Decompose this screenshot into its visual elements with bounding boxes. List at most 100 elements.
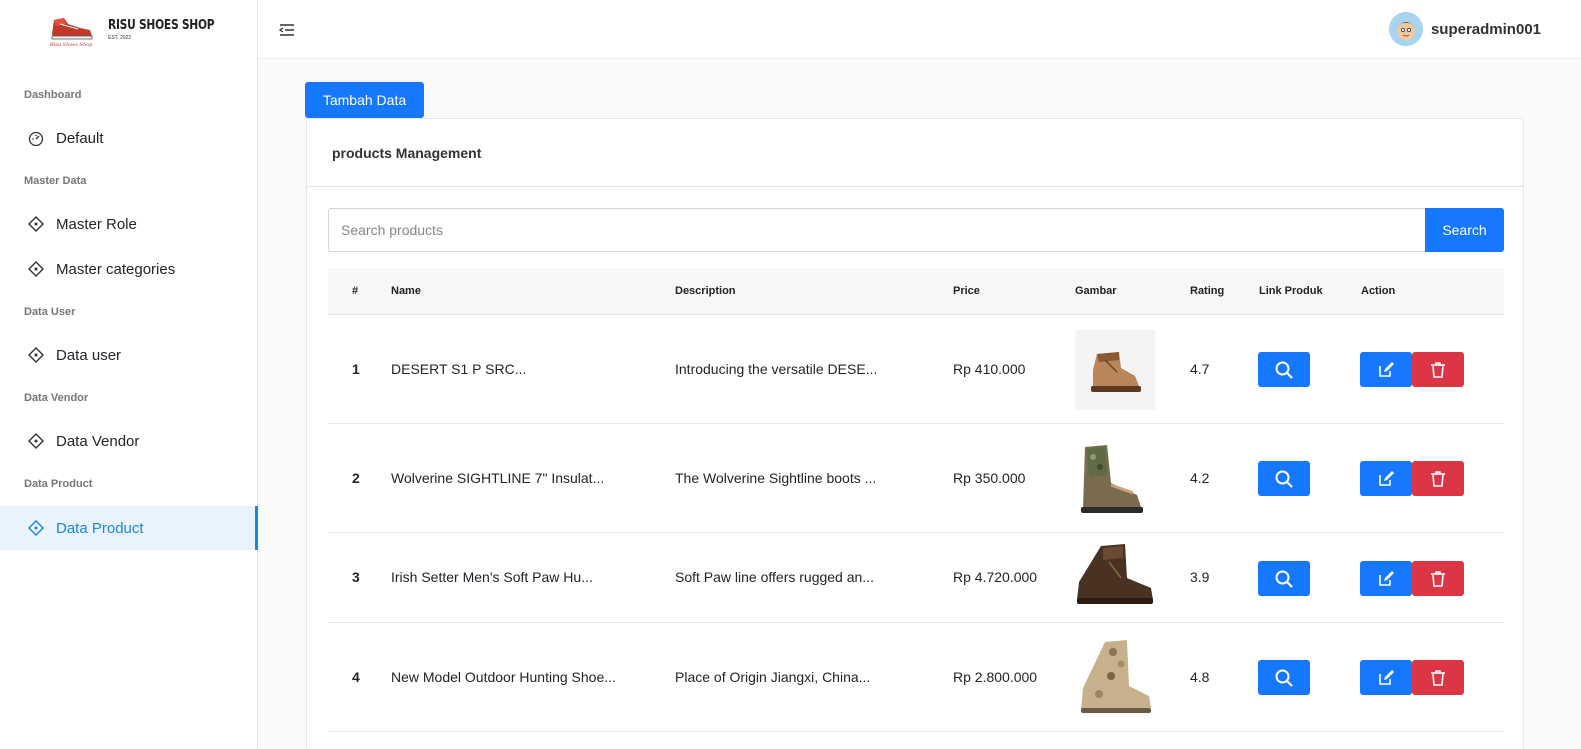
- sidebar-item-label: Master categories: [56, 260, 176, 278]
- card-title: products Management: [307, 119, 1523, 187]
- product-name: Irish Setter Men's Soft Paw Hu...: [391, 569, 593, 585]
- search-icon: [1275, 470, 1293, 488]
- product-image: [1075, 538, 1155, 618]
- search-icon: [1275, 361, 1293, 379]
- trash-icon: [1431, 361, 1445, 378]
- diamond-icon: [28, 433, 44, 449]
- edit-button[interactable]: [1360, 660, 1412, 695]
- product-name: Wolverine SIGHTLINE 7" Insulat...: [391, 470, 605, 486]
- sidebar-item-label: Master Role: [56, 215, 137, 233]
- view-product-button[interactable]: [1258, 352, 1310, 387]
- product-description: Soft Paw line offers rugged an...: [675, 569, 874, 585]
- sidebar-item-label: Default: [56, 129, 104, 147]
- nav-section-data-vendor: Data Vendor: [24, 392, 89, 404]
- col-price: Price: [953, 285, 980, 297]
- dashboard-icon: [28, 130, 44, 146]
- search-button[interactable]: Search: [1425, 208, 1504, 252]
- table-row: 4 New Model Outdoor Hunting Shoe... Plac…: [328, 623, 1504, 732]
- diamond-icon: [28, 520, 44, 536]
- sidebar-item-default[interactable]: Default: [0, 116, 258, 160]
- product-name: New Model Outdoor Hunting Shoe...: [391, 669, 616, 685]
- table-row: 3 Irish Setter Men's Soft Paw Hu... Soft…: [328, 533, 1504, 623]
- table-row: 1 DESERT S1 P SRC... Introducing the ver…: [328, 315, 1504, 424]
- brand-name: RISU SHOES SHOP: [108, 18, 215, 33]
- view-product-button[interactable]: [1258, 660, 1310, 695]
- edit-icon: [1379, 470, 1394, 486]
- trash-icon: [1431, 669, 1445, 686]
- sidebar-item-label: Data Product: [56, 519, 144, 537]
- delete-button[interactable]: [1412, 660, 1464, 695]
- edit-icon: [1379, 361, 1394, 377]
- search-icon: [1275, 570, 1293, 588]
- view-product-button[interactable]: [1258, 461, 1310, 496]
- col-rating: Rating: [1190, 285, 1225, 297]
- product-image: [1075, 439, 1155, 519]
- edit-button[interactable]: [1360, 461, 1412, 496]
- search-input[interactable]: [328, 208, 1425, 252]
- brand-est: EST. 2022: [108, 35, 132, 41]
- row-number: 4: [352, 669, 360, 685]
- diamond-icon: [28, 261, 44, 277]
- add-data-button[interactable]: Tambah Data: [305, 82, 424, 118]
- edit-button[interactable]: [1360, 561, 1412, 596]
- sidebar-item-data-user[interactable]: Data user: [0, 333, 258, 377]
- table-header: # Name Description Price Gambar Rating L…: [328, 268, 1504, 315]
- svg-text:Risu Shoes Shop: Risu Shoes Shop: [49, 42, 93, 48]
- delete-button[interactable]: [1412, 461, 1464, 496]
- col-action: Action: [1361, 285, 1396, 297]
- trash-icon: [1431, 570, 1445, 587]
- edit-icon: [1379, 669, 1394, 685]
- top-header: superadmin001: [258, 0, 1581, 59]
- col-gambar: Gambar: [1075, 285, 1117, 297]
- sidebar-item-data-vendor[interactable]: Data Vendor: [0, 419, 258, 463]
- table-row: 2 Wolverine SIGHTLINE 7" Insulat... The …: [328, 424, 1504, 533]
- product-name: DESERT S1 P SRC...: [391, 361, 527, 377]
- view-product-button[interactable]: [1258, 561, 1310, 596]
- product-price: Rp 2.800.000: [953, 669, 1038, 685]
- product-image: [1075, 638, 1155, 718]
- search-bar: Search: [328, 208, 1504, 252]
- product-rating: 3.9: [1190, 569, 1210, 585]
- product-description: Introducing the versatile DESE...: [675, 361, 878, 377]
- diamond-icon: [28, 347, 44, 363]
- col-number: #: [352, 285, 359, 297]
- nav-section-dashboard: Dashboard: [24, 89, 82, 101]
- search-icon: [1275, 669, 1293, 687]
- trash-icon: [1431, 470, 1445, 487]
- edit-button[interactable]: [1360, 352, 1412, 387]
- row-number: 2: [352, 470, 360, 486]
- delete-button[interactable]: [1412, 561, 1464, 596]
- brand[interactable]: Risu Shoes Shop RISU SHOES SHOP EST. 202…: [44, 10, 238, 50]
- product-image: [1075, 330, 1155, 410]
- product-rating: 4.8: [1190, 669, 1210, 685]
- menu-toggle-icon[interactable]: [278, 21, 296, 39]
- edit-icon: [1379, 570, 1394, 586]
- diamond-icon: [28, 216, 44, 232]
- row-number: 1: [352, 361, 360, 377]
- product-rating: 4.7: [1190, 361, 1210, 377]
- delete-button[interactable]: [1412, 352, 1464, 387]
- product-price: Rp 4.720.000: [953, 569, 1038, 585]
- shoe-logo-icon: Risu Shoes Shop: [44, 12, 100, 48]
- products-card: products Management Search # Name Descri…: [306, 118, 1524, 749]
- sidebar-item-label: Data user: [56, 346, 122, 364]
- products-table: # Name Description Price Gambar Rating L…: [328, 268, 1504, 732]
- product-price: Rp 350.000: [953, 470, 1026, 486]
- sidebar-item-data-product[interactable]: Data Product: [0, 506, 258, 550]
- sidebar-item-label: Data Vendor: [56, 432, 140, 450]
- sidebar-item-master-role[interactable]: Master Role: [0, 202, 258, 246]
- product-description: The Wolverine Sightline boots ...: [675, 470, 877, 486]
- sidebar: Risu Shoes Shop RISU SHOES SHOP EST. 202…: [0, 0, 258, 749]
- col-description: Description: [675, 285, 736, 297]
- product-price: Rp 410.000: [953, 361, 1026, 377]
- sidebar-item-master-categories[interactable]: Master categories: [0, 247, 258, 291]
- avatar: [1388, 12, 1423, 46]
- row-number: 3: [352, 569, 360, 585]
- product-rating: 4.2: [1190, 470, 1210, 486]
- col-name: Name: [391, 285, 421, 297]
- product-description: Place of Origin Jiangxi, China...: [675, 669, 871, 685]
- user-menu[interactable]: superadmin001: [1388, 12, 1541, 46]
- nav-section-master-data: Master Data: [24, 175, 87, 187]
- nav-section-data-product: Data Product: [24, 478, 93, 490]
- col-link-produk: Link Produk: [1259, 285, 1323, 297]
